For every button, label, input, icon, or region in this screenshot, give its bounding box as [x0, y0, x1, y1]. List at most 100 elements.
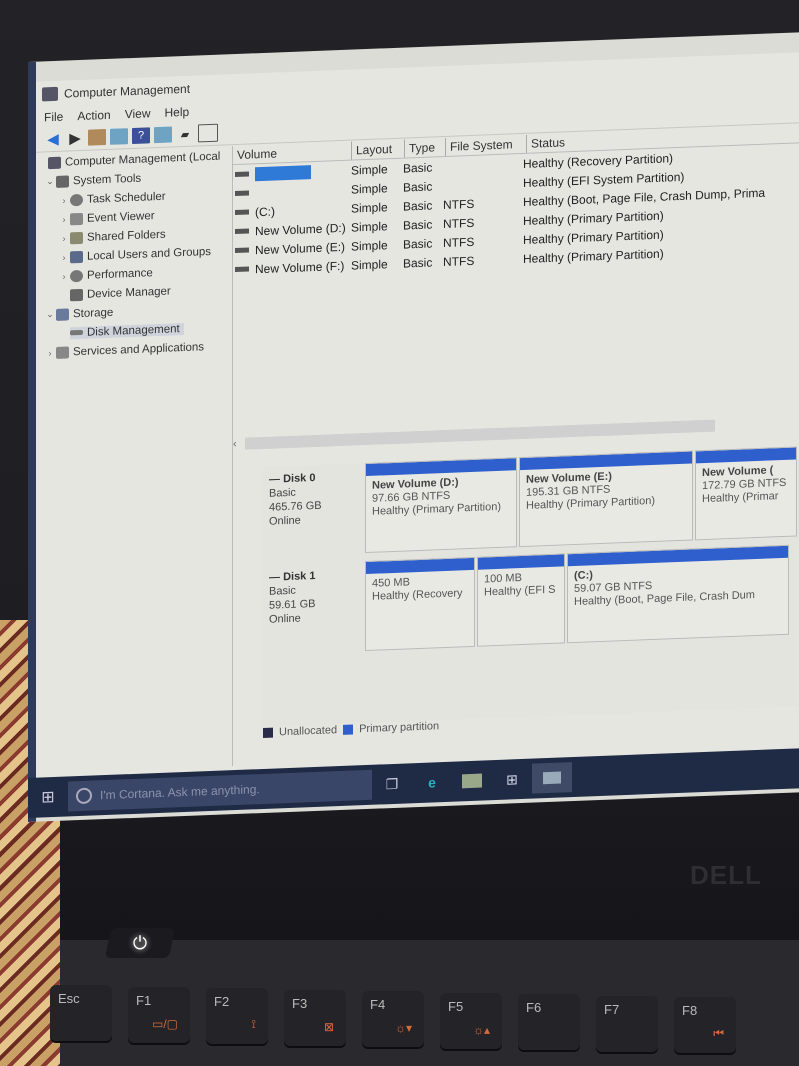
drive-icon [235, 247, 249, 254]
list-icon[interactable] [198, 123, 218, 143]
disk-label[interactable]: — Disk 1 Basic 59.61 GB Online [263, 561, 365, 655]
menu-help[interactable]: Help [165, 105, 190, 120]
partition-block[interactable]: New Volume ( 172.79 GB NTFS Healthy (Pri… [695, 446, 797, 541]
store-icon[interactable]: ⊞ [492, 764, 532, 796]
partition-block[interactable]: 100 MB Healthy (EFI S [477, 553, 565, 647]
volume-layout: Simple [351, 218, 388, 235]
cortana-icon [76, 787, 92, 805]
column-file-system[interactable]: File System [446, 134, 527, 156]
menu-view[interactable]: View [125, 106, 151, 121]
storage-icon [56, 307, 69, 321]
volume-table-body: Simple Basic Healthy (Recovery Partition… [233, 143, 799, 279]
disk-graph-view: — Disk 0 Basic 465.76 GB Online New Volu… [263, 446, 799, 727]
properties-icon[interactable] [154, 126, 172, 144]
chevron-down-icon[interactable]: ⌄ [44, 176, 56, 187]
volume-type: Basic [403, 254, 433, 271]
show-hide-tree-icon[interactable] [110, 128, 128, 145]
power-icon: ⏻ [132, 932, 148, 953]
comment-icon[interactable]: ▰ [176, 126, 194, 143]
desktop-edge [28, 61, 36, 822]
volume-table-scrollbar[interactable]: ‹ [233, 414, 799, 452]
partition-block[interactable]: New Volume (E:) 195.31 GB NTFS Healthy (… [519, 450, 693, 548]
back-arrow-icon[interactable]: ◀ [44, 131, 62, 148]
menu-file[interactable]: File [44, 110, 63, 125]
volume-name: New Volume (D:) [255, 220, 346, 238]
key-f5[interactable]: F5 ☼▴ [440, 992, 502, 1049]
help-icon[interactable]: ? [132, 127, 150, 145]
key-f8[interactable]: F8 ⏮ [674, 997, 736, 1053]
search-placeholder: I'm Cortana. Ask me anything. [100, 782, 260, 803]
key-f3[interactable]: F3 ⊠ [284, 989, 346, 1046]
column-type[interactable]: Type [405, 137, 446, 158]
volume-fs: NTFS [443, 196, 475, 212]
legend-primary: Primary partition [359, 720, 440, 736]
key-f6[interactable]: F6 [518, 994, 580, 1050]
disk-state: Online [269, 514, 301, 528]
chevron-right-icon[interactable]: › [58, 271, 70, 281]
partition-block[interactable]: New Volume (D:) 97.66 GB NTFS Healthy (P… [365, 457, 517, 554]
disk-label[interactable]: — Disk 0 Basic 465.76 GB Online [263, 463, 365, 557]
drive-icon [235, 266, 249, 273]
fn-key-icon: ⟟ [251, 1017, 256, 1031]
computer-management-icon [42, 86, 58, 102]
chevron-down-icon[interactable]: ⌄ [44, 309, 56, 320]
cortana-search-box[interactable]: I'm Cortana. Ask me anything. [68, 769, 372, 812]
key-f7[interactable]: F7 [596, 995, 658, 1052]
up-folder-icon[interactable] [88, 129, 106, 146]
key-f4[interactable]: F4 ☼▾ [362, 991, 424, 1047]
chevron-right-icon[interactable]: › [58, 252, 70, 262]
fn-key-icon: ▭/▢ [151, 1016, 178, 1031]
scroll-left-icon[interactable]: ‹ [233, 438, 237, 450]
volume-fs [443, 163, 523, 166]
device-manager-icon [70, 288, 83, 301]
computer-management-taskbar-icon[interactable] [532, 762, 572, 794]
laptop-screen: Computer Management File Action View Hel… [28, 32, 799, 823]
partition-block[interactable]: 450 MB Healthy (Recovery [365, 556, 475, 652]
volume-type: Basic [403, 159, 433, 176]
power-button[interactable]: ⏻ [104, 928, 176, 958]
performance-icon [70, 269, 83, 282]
volume-layout: Simple [351, 256, 388, 273]
column-layout[interactable]: Layout [352, 139, 405, 160]
services-icon [56, 345, 69, 359]
scrollbar-thumb[interactable] [244, 419, 715, 450]
file-explorer-icon[interactable] [452, 765, 492, 797]
window-title: Computer Management [64, 81, 191, 101]
legend-unallocated: Unallocated [279, 724, 338, 739]
volume-name: New Volume (F:) [255, 258, 345, 276]
dell-logo: DELL [690, 860, 762, 890]
key-f1[interactable]: F1 ▭/▢ [128, 986, 190, 1043]
chevron-right-icon[interactable]: › [58, 214, 70, 224]
chevron-right-icon[interactable]: › [58, 195, 70, 205]
navigation-tree: Computer Management (Local ⌄ System Tools… [36, 146, 233, 774]
fn-key-icon: ☼▾ [394, 1021, 412, 1035]
partition-status: Healthy (Primar [702, 490, 779, 506]
volume-layout: Simple [351, 180, 388, 197]
shared-folder-icon [70, 231, 83, 244]
legend-swatch-primary [343, 724, 354, 735]
drive-icon [235, 228, 249, 235]
forward-arrow-icon[interactable]: ▶ [66, 130, 84, 147]
partition-block[interactable]: (C:) 59.07 GB NTFS Healthy (Boot, Page F… [567, 544, 789, 644]
drive-icon [235, 190, 249, 197]
fn-key-icon: ⏮ [713, 1026, 724, 1040]
volume-fs [443, 182, 523, 185]
start-button[interactable]: ⊞ [28, 786, 68, 808]
key-f2[interactable]: F2 ⟟ [206, 988, 268, 1044]
edge-icon[interactable]: e [412, 767, 452, 799]
clock-icon [70, 193, 83, 206]
volume-fs: NTFS [443, 234, 475, 250]
volume-type: Basic [403, 197, 433, 214]
menu-action[interactable]: Action [77, 108, 110, 123]
partition-status: Healthy (EFI S [484, 583, 556, 599]
disk-row: — Disk 1 Basic 59.61 GB Online 450 MB He… [263, 544, 799, 655]
volume-layout: Simple [351, 237, 388, 254]
partition-status: Healthy (Recovery [372, 587, 463, 603]
task-view-icon[interactable]: ❐ [372, 768, 412, 800]
chevron-right-icon[interactable]: › [58, 233, 70, 243]
chevron-right-icon[interactable]: › [44, 347, 56, 358]
volume-type: Basic [403, 216, 433, 233]
volume-name [255, 164, 311, 181]
key-esc[interactable]: Esc [50, 985, 112, 1041]
drive-icon [235, 171, 249, 178]
